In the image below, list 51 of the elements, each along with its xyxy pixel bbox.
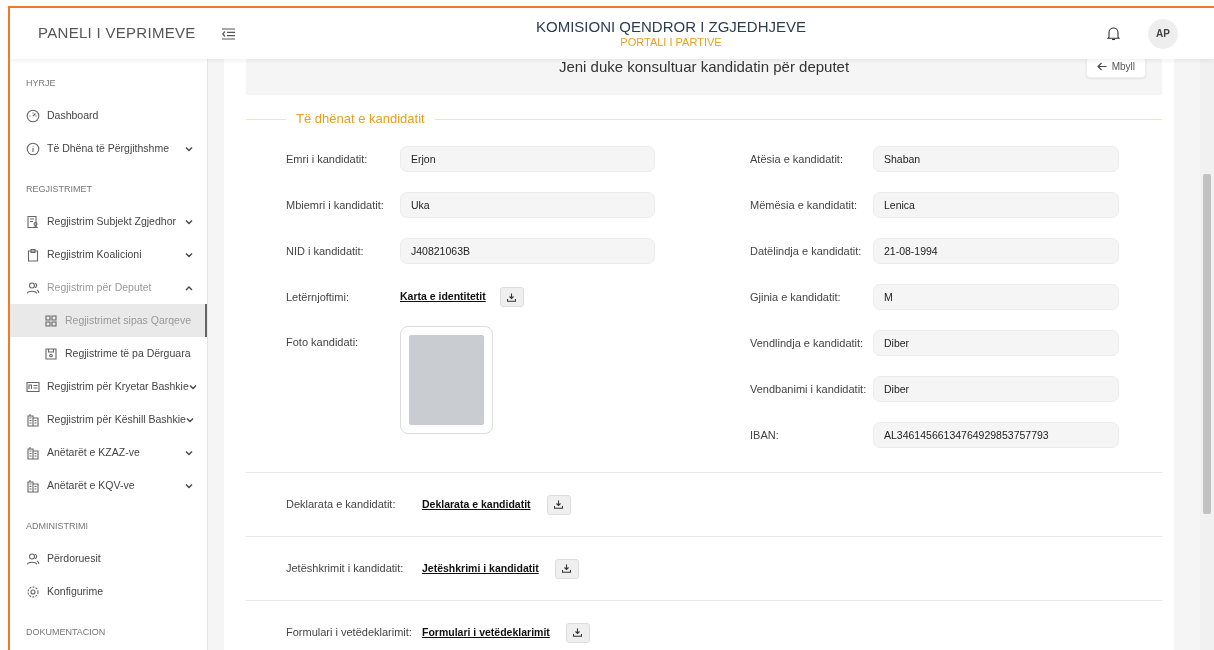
input-field[interactable]: Erjon bbox=[400, 146, 655, 172]
input-field[interactable]: Lenica bbox=[873, 192, 1119, 218]
field-label: Jetëshkrimit i kandidatit: bbox=[286, 561, 405, 577]
field-label: Datëlindja e kandidatit: bbox=[750, 243, 863, 259]
input-field[interactable]: Diber bbox=[873, 376, 1119, 402]
field-label: Vendbanimi i kandidatit: bbox=[750, 381, 868, 397]
sidebar-item[interactable]: Regjistrim për Kryetar Bashkie bbox=[10, 370, 207, 403]
input-field[interactable]: Diber bbox=[873, 330, 1119, 356]
input-field[interactable]: Shaban bbox=[873, 146, 1119, 172]
input-field[interactable]: AL34614566134764929853757793 bbox=[873, 422, 1119, 448]
input-field[interactable]: J40821063B bbox=[400, 238, 655, 264]
header-title: KOMISIONI QENDROR I ZGJEDHJEVE bbox=[535, 17, 807, 36]
sidebar-item[interactable]: Regjistrim për Këshill Bashkie bbox=[10, 403, 207, 436]
sidebar-item[interactable]: Anëtarët e KZAZ-ve bbox=[10, 436, 207, 469]
section-heading: REGJISTRIMET bbox=[25, 183, 93, 196]
section-title: Të dhënat e kandidatit bbox=[295, 110, 426, 129]
sidebar-item[interactable]: Anëtarët e KQV-ve bbox=[10, 469, 207, 502]
document-link[interactable]: Formulari i vetëdeklarimit bbox=[422, 624, 550, 641]
user-avatar[interactable]: AP bbox=[1148, 18, 1178, 49]
close-button[interactable]: Mbyll bbox=[1085, 59, 1146, 78]
brand-title: PANELI I VEPRIMEVE bbox=[37, 23, 197, 44]
input-field[interactable]: 21-08-1994 bbox=[873, 238, 1119, 264]
header-subtitle: PORTALI I PARTIVE bbox=[619, 35, 723, 50]
field-label: NID i kandidatit: bbox=[286, 243, 365, 259]
sidebar-item[interactable]: Përdoruesit bbox=[10, 542, 207, 575]
section-heading: HYRJE bbox=[25, 77, 57, 90]
document-link[interactable]: Karta e identitetit bbox=[400, 289, 486, 305]
sidebar-item[interactable]: Regjistrim Subjekt Zgjedhor bbox=[10, 205, 207, 238]
section-heading: ADMINISTRIMI bbox=[25, 520, 89, 533]
field-label: Mbiemri i kandidatit: bbox=[286, 197, 385, 213]
field-label: Deklarata e kandidatit: bbox=[286, 497, 397, 513]
field-label: IBAN: bbox=[750, 427, 780, 443]
input-field[interactable]: M bbox=[873, 284, 1119, 310]
field-label: Atësia e kandidatit: bbox=[750, 151, 844, 167]
sidebar-subitem[interactable]: Regjistrime të pa Dërguara bbox=[10, 337, 207, 370]
document-link[interactable]: Jetëshkrimi i kandidatit bbox=[422, 560, 539, 577]
sidebar-item[interactable]: Konfigurime bbox=[10, 575, 207, 608]
field-label: Foto kandidati: bbox=[286, 335, 360, 350]
field-label: Formulari i vetëdeklarimit: bbox=[286, 625, 413, 641]
sidebar-item[interactable]: Dashboard bbox=[10, 99, 207, 132]
section-heading: DOKUMENTACION bbox=[25, 626, 107, 639]
field-label: Mëmësia e kandidatit: bbox=[750, 197, 858, 213]
sidebar-item[interactable]: Regjistrim Koalicioni bbox=[10, 238, 207, 271]
field-label: Vendlindja e kandidatit: bbox=[750, 335, 865, 351]
sidebar-item[interactable]: Të Dhëna të Përgjithshme bbox=[10, 132, 207, 165]
banner-text: Jeni duke konsultuar kandidatin për deputet bbox=[558, 59, 850, 77]
field-label: Emri i kandidatit: bbox=[286, 151, 369, 167]
field-label: Letërnjoftimi: bbox=[286, 289, 350, 305]
input-field[interactable]: Uka bbox=[400, 192, 655, 218]
field-label: Gjinia e kandidatit: bbox=[750, 289, 842, 305]
document-link[interactable]: Deklarata e kandidatit bbox=[422, 496, 531, 513]
